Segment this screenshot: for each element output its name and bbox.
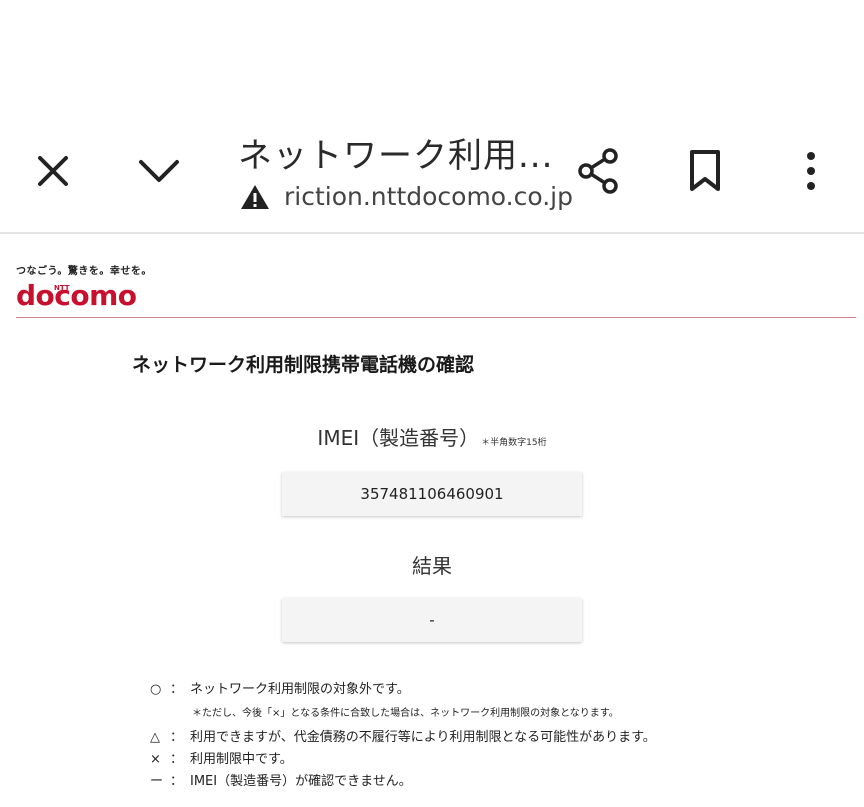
legend-text: ネットワーク利用制限の対象外です。 (190, 682, 410, 697)
chevron-down-icon (139, 160, 179, 182)
result-label: 結果 (412, 554, 452, 578)
chevron-down-button[interactable] (124, 136, 194, 206)
imei-label: IMEI（製造番号） ＊半角数字15桁 (0, 422, 864, 451)
legend-row-restricted: × ： 利用制限中です。 (150, 748, 293, 767)
legend-symbol: ○ (150, 682, 162, 697)
share-button[interactable] (564, 136, 634, 206)
legend-row-caution: △ ： 利用できますが、代金債務の不履行等により利用制限となる可能性があります。 (150, 726, 656, 745)
legend-row-ok: ○ ： ネットワーク利用制限の対象外です。 (150, 678, 410, 697)
result-field: - (282, 598, 582, 642)
bookmark-button[interactable] (670, 136, 740, 206)
close-button[interactable] (18, 136, 88, 206)
logo-ntt: NTT (54, 284, 70, 292)
more-vert-icon (807, 152, 815, 190)
page-content: つなごう。驚きを。幸せを。 NTT docomo ネットワーク利用制限携帯電話機… (0, 234, 864, 807)
imei-field[interactable]: 357481106460901 (282, 472, 582, 516)
logo-tagline: つなごう。驚きを。幸せを。 (16, 266, 152, 277)
url-bar[interactable]: riction.nttdocomo.co.jp (240, 182, 573, 211)
legend-text: 利用制限中です。 (190, 752, 293, 767)
legend-text: IMEI（製造番号）が確認できません。 (190, 774, 412, 789)
page-title: ネットワーク利用... (238, 136, 554, 176)
warning-icon (241, 184, 269, 209)
browser-toolbar: ネットワーク利用... riction.nttdocomo.co.jp (0, 0, 864, 234)
share-icon (578, 148, 618, 194)
legend-colon: ： (170, 730, 184, 745)
legend-colon: ： (170, 752, 184, 767)
close-icon (38, 156, 68, 186)
bookmark-icon (690, 150, 720, 191)
more-menu-button[interactable] (776, 136, 846, 206)
legend-colon: ： (170, 682, 184, 697)
legend-colon: ： (170, 774, 184, 789)
legend-row-unknown: ー ： IMEI（製造番号）が確認できません。 (150, 770, 412, 789)
imei-label-text: IMEI（製造番号） (317, 426, 480, 450)
imei-note: ＊半角数字15桁 (481, 438, 547, 448)
legend-text: 利用できますが、代金債務の不履行等により利用制限となる可能性があります。 (190, 730, 656, 745)
legend-symbol: ー (150, 774, 164, 789)
section-title: ネットワーク利用制限携帯電話機の確認 (132, 354, 475, 376)
logo-wordmark: docomo (16, 279, 137, 312)
legend-symbol: × (150, 752, 161, 767)
legend-symbol: △ (150, 730, 160, 745)
url-text: riction.nttdocomo.co.jp (284, 182, 573, 211)
docomo-logo[interactable]: つなごう。驚きを。幸せを。 NTT docomo (16, 262, 152, 311)
legend-note: ＊ただし、今後「×」となる条件に合致した場合は、ネットワーク利用制限の対象となり… (192, 708, 619, 719)
header-divider (16, 317, 856, 318)
